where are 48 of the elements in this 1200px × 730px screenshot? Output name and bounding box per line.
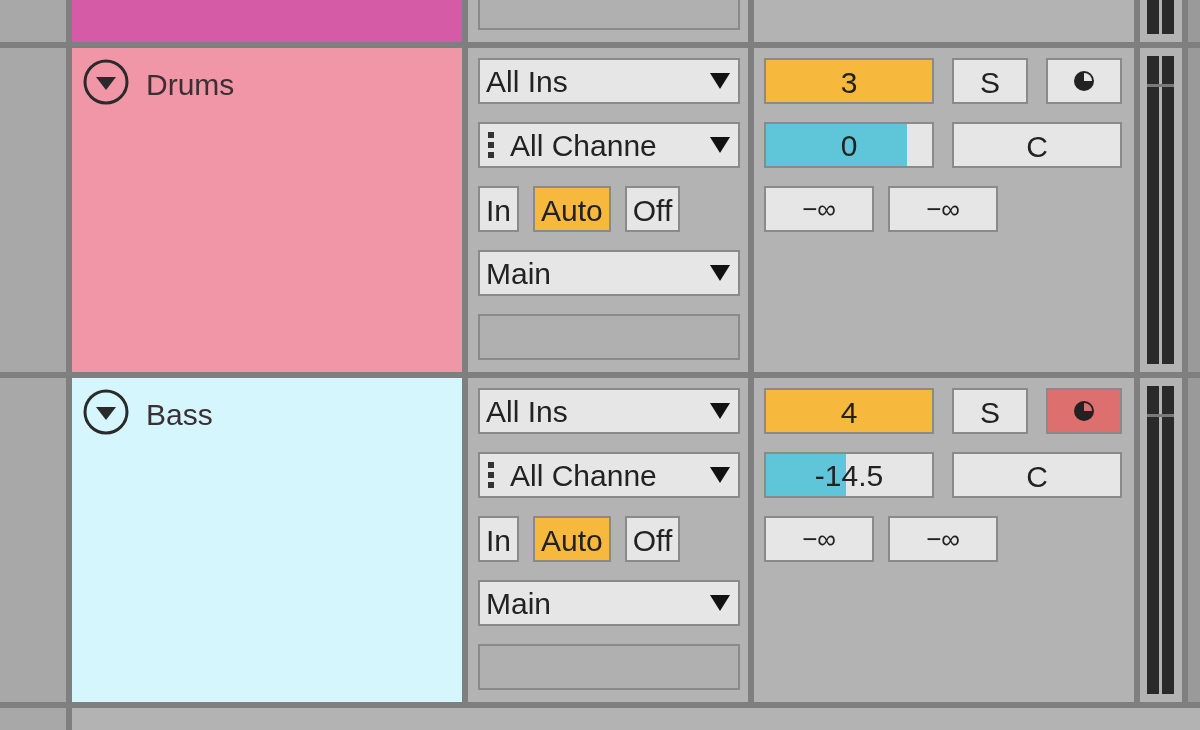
monitor-button[interactable]: Off bbox=[624, 186, 681, 232]
record-icon bbox=[1073, 400, 1095, 422]
output-channel-field[interactable] bbox=[478, 314, 740, 360]
track-strip bbox=[0, 708, 66, 730]
track-name: Bass bbox=[146, 397, 213, 433]
output-dropdown[interactable]: Main bbox=[478, 580, 740, 626]
solo-button[interactable]: S bbox=[952, 388, 1028, 434]
level-meter-drawing bbox=[1147, 0, 1175, 34]
caret-icon bbox=[710, 73, 730, 89]
send-control[interactable]: −∞ bbox=[888, 186, 998, 232]
send-control[interactable]: −∞ bbox=[764, 516, 874, 562]
arm-button[interactable] bbox=[1046, 58, 1122, 104]
send-control[interactable]: −∞ bbox=[764, 186, 874, 232]
caret-icon bbox=[710, 137, 730, 153]
send-control[interactable]: −∞ bbox=[888, 516, 998, 562]
monitor-button[interactable]: In bbox=[478, 516, 520, 562]
pan-control[interactable]: C bbox=[952, 122, 1122, 168]
monitor-button[interactable]: Off bbox=[624, 516, 681, 562]
caret-icon bbox=[710, 467, 730, 483]
track-name: Drums bbox=[146, 67, 235, 103]
input-channel-dropdown[interactable]: All Channe bbox=[478, 122, 740, 168]
dots-icon bbox=[486, 460, 496, 490]
record-icon bbox=[1073, 70, 1095, 92]
dots-icon bbox=[486, 130, 496, 160]
track-number-button[interactable]: 3 bbox=[764, 58, 934, 104]
fold-icon[interactable] bbox=[82, 58, 130, 106]
output-channel-field[interactable] bbox=[478, 0, 740, 30]
output-dropdown[interactable]: Main bbox=[478, 250, 740, 296]
track-strip bbox=[0, 0, 66, 42]
volume-slider[interactable]: 0 bbox=[764, 122, 934, 168]
monitor-button[interactable]: In bbox=[478, 186, 520, 232]
side-panel bbox=[1188, 0, 1200, 42]
input-channel-dropdown[interactable]: All Channe bbox=[478, 452, 740, 498]
solo-button[interactable]: S bbox=[952, 58, 1028, 104]
caret-icon bbox=[710, 265, 730, 281]
fold-icon[interactable] bbox=[82, 388, 130, 436]
track-number-button[interactable]: 4 bbox=[764, 388, 934, 434]
monitor-button[interactable]: Auto bbox=[533, 516, 611, 562]
caret-icon bbox=[710, 595, 730, 611]
input-type-dropdown[interactable]: All Ins bbox=[478, 58, 740, 104]
input-type-dropdown[interactable]: All Ins bbox=[478, 388, 740, 434]
track-header[interactable]: Drums bbox=[72, 48, 462, 372]
caret-icon bbox=[710, 403, 730, 419]
pan-control[interactable]: C bbox=[952, 452, 1122, 498]
output-channel-field[interactable] bbox=[478, 644, 740, 690]
track-header[interactable]: Bass bbox=[72, 378, 462, 702]
monitor-button[interactable]: Auto bbox=[533, 186, 611, 232]
track-header[interactable] bbox=[72, 0, 462, 42]
